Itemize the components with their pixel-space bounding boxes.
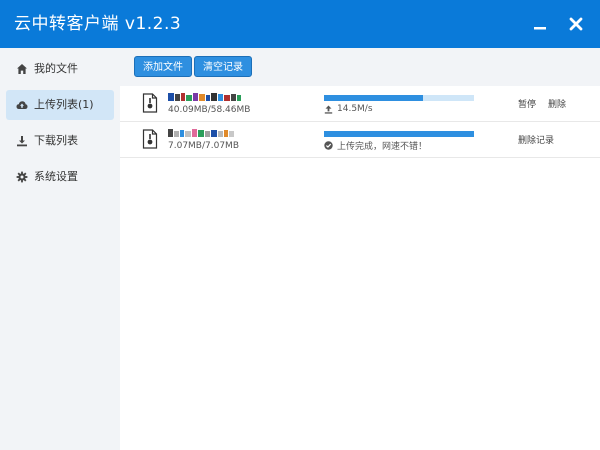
- sidebar-item-system-settings[interactable]: 系统设置: [6, 162, 114, 192]
- pause-button[interactable]: 暂停: [518, 97, 536, 110]
- progress-bar: [324, 95, 474, 101]
- file-size: 7.07MB/7.07MB: [168, 141, 239, 151]
- home-icon: [17, 64, 27, 74]
- close-icon: [569, 17, 583, 31]
- sidebar-item-my-files[interactable]: 我的文件: [6, 54, 114, 84]
- clear-records-button[interactable]: 清空记录: [194, 56, 252, 77]
- upload-speed: 14.5M/s: [337, 104, 373, 114]
- file-size: 40.09MB/58.46MB: [168, 105, 251, 115]
- close-button[interactable]: [564, 12, 588, 36]
- add-file-button[interactable]: 添加文件: [134, 56, 192, 77]
- file-icon: [142, 93, 158, 113]
- sidebar-item-label: 上传列表(1): [34, 98, 94, 111]
- upload-arrow-icon: [324, 105, 333, 114]
- sidebar-item-label: 我的文件: [34, 62, 78, 75]
- toolbar: 添加文件 清空记录: [120, 48, 600, 86]
- delete-record-button[interactable]: 删除记录: [518, 133, 554, 146]
- minimize-button[interactable]: [528, 12, 552, 36]
- sidebar-item-upload-list[interactable]: 上传列表(1): [6, 90, 114, 120]
- gear-icon: [16, 171, 28, 183]
- upload-status: 14.5M/s: [324, 103, 373, 115]
- window-title: 云中转客户端 v1.2.3: [14, 14, 182, 34]
- app-window: 云中转客户端 v1.2.3 我的文件 上传列表(1) 下载列表 系统设置 添加文…: [0, 0, 600, 450]
- cloud-upload-icon: [16, 101, 28, 109]
- check-circle-icon: [324, 140, 333, 150]
- file-icon: [142, 129, 158, 149]
- progress-fill: [324, 95, 423, 101]
- main-panel: 添加文件 清空记录 40.09MB/58.46MB 14.5M/s 暂停 删除 …: [120, 48, 600, 450]
- minimize-icon: [534, 27, 546, 30]
- sidebar-item-download-list[interactable]: 下载列表: [6, 126, 114, 156]
- download-icon: [17, 136, 27, 147]
- sidebar: 我的文件 上传列表(1) 下载列表 系统设置: [0, 48, 120, 450]
- upload-row: 7.07MB/7.07MB 上传完成，网速不错！ 删除记录: [120, 122, 600, 158]
- title-bar: 云中转客户端 v1.2.3: [0, 0, 600, 48]
- file-name-obscured: [168, 93, 241, 101]
- upload-row: 40.09MB/58.46MB 14.5M/s 暂停 删除: [120, 86, 600, 122]
- upload-status: 上传完成，网速不错！: [324, 139, 428, 152]
- sidebar-item-label: 下载列表: [34, 134, 78, 147]
- sidebar-item-label: 系统设置: [34, 170, 78, 183]
- progress-fill: [324, 131, 474, 137]
- progress-bar: [324, 131, 474, 137]
- file-name-obscured: [168, 129, 234, 137]
- upload-complete-message: 上传完成，网速不错！: [337, 141, 428, 152]
- delete-button[interactable]: 删除: [548, 97, 566, 110]
